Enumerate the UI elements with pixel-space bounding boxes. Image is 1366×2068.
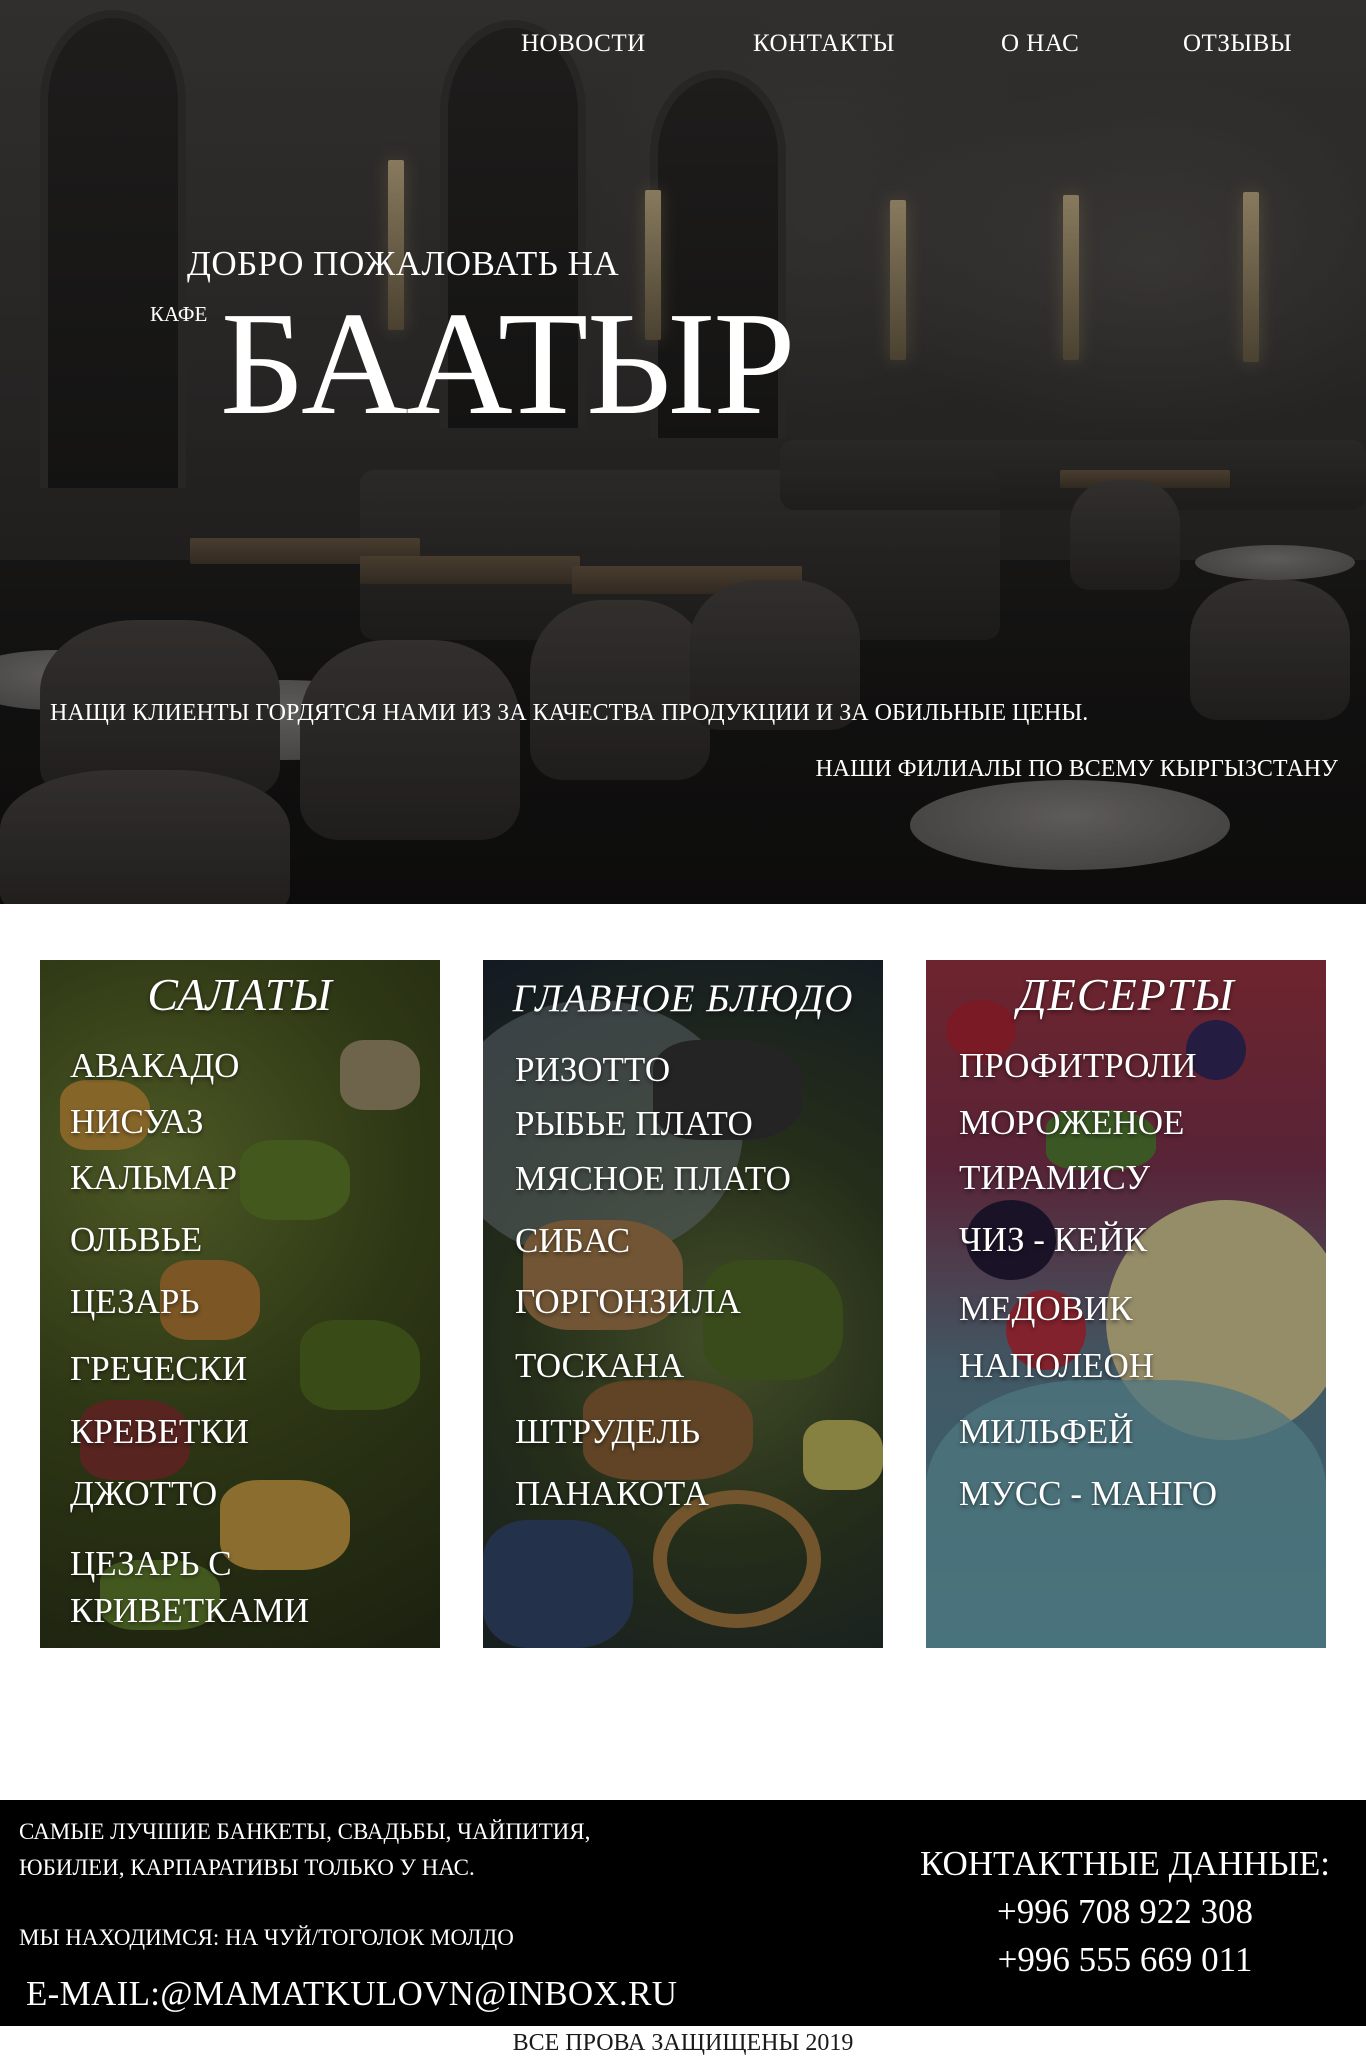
menu-card-salads: САЛАТЫ АВАКАДО НИСУАЗ КАЛЬМАР ОЛЬВЬЕ ЦЕЗ… — [40, 960, 440, 1648]
menu-item[interactable]: ГРЕЧЕСКИ — [70, 1345, 247, 1393]
menu-item[interactable]: МЕДОВИК — [959, 1285, 1133, 1333]
menu-item[interactable]: КАЛЬМАР — [70, 1154, 237, 1202]
menu-item[interactable]: МУСС - МАНГО — [959, 1470, 1217, 1518]
nav-reviews[interactable]: ОТЗЫВЫ — [1183, 30, 1292, 58]
menu-item[interactable]: КРИВЕТКАМИ — [70, 1587, 309, 1635]
menu-item[interactable]: ПАНАКОТА — [515, 1470, 709, 1518]
menu-item[interactable]: ТОСКАНА — [515, 1342, 684, 1390]
hero-tagline: НАЩИ КЛИЕНТЫ ГОРДЯТСЯ НАМИ ИЗ ЗА КАЧЕСТВ… — [50, 700, 1089, 726]
menu-item[interactable]: ПРОФИТРОЛИ — [959, 1042, 1197, 1090]
hero-cafe-label: КАФЕ — [150, 302, 208, 326]
nav-about[interactable]: О НАС — [1001, 30, 1079, 58]
copyright-text: ВСЕ ПРОВА ЗАЩИЩЕНЫ 2019 — [512, 2030, 854, 2056]
menu-item[interactable]: МОРОЖЕНОЕ — [959, 1099, 1184, 1147]
menu-item[interactable]: НАПОЛЕОН — [959, 1342, 1154, 1390]
nav-contacts[interactable]: КОНТАКТЫ — [753, 30, 895, 58]
footer-phone-1[interactable]: +996 708 922 308 — [900, 1892, 1350, 1932]
footer: САМЫЕ ЛУЧШИЕ БАНКЕТЫ, СВАДЬБЫ, ЧАЙПИТИЯ,… — [0, 1800, 1366, 2026]
card-title-mains: ГЛАВНОЕ БЛЮДО — [512, 977, 854, 1020]
footer-promo-line-1: САМЫЕ ЛУЧШИЕ БАНКЕТЫ, СВАДЬБЫ, ЧАЙПИТИЯ, — [19, 1819, 591, 1844]
menu-item[interactable]: ДЖОТТО — [70, 1470, 217, 1518]
footer-phone-2[interactable]: +996 555 669 011 — [900, 1940, 1350, 1980]
menu-item[interactable]: ЦЕЗАРЬ — [70, 1278, 199, 1326]
menu-item[interactable]: ЧИЗ - КЕЙК — [959, 1216, 1147, 1264]
menu-item[interactable]: МИЛЬФЕЙ — [959, 1408, 1134, 1456]
card-title-salads: САЛАТЫ — [147, 969, 333, 1020]
hero-section: НОВОСТИ КОНТАКТЫ О НАС ОТЗЫВЫ ДОБРО ПОЖА… — [0, 0, 1366, 904]
menu-card-mains: ГЛАВНОЕ БЛЮДО РИЗОТТО РЫБЬЕ ПЛАТО МЯСНОЕ… — [483, 960, 883, 1648]
menu-item[interactable]: СИБАС — [515, 1217, 630, 1265]
menu-item[interactable]: ГОРГОНЗИЛА — [515, 1278, 741, 1326]
menu-item[interactable]: РЫБЬЕ ПЛАТО — [515, 1100, 753, 1148]
nav-news[interactable]: НОВОСТИ — [521, 30, 646, 58]
hero-welcome-text: ДОБРО ПОЖАЛОВАТЬ НА — [187, 244, 620, 283]
footer-contacts-heading: КОНТАКТНЫЕ ДАННЫЕ: — [920, 1844, 1330, 1883]
menu-item[interactable]: ОЛЬВЬЕ — [70, 1216, 202, 1264]
menu-item[interactable]: ЦЕЗАРЬ С — [70, 1540, 232, 1588]
footer-email-link[interactable]: E-MAIL:@MAMATKULOVN@INBOX.RU — [26, 1974, 677, 2014]
menu-item[interactable]: КРЕВЕТКИ — [70, 1408, 249, 1456]
menu-item[interactable]: ТИРАМИСУ — [959, 1154, 1150, 1202]
menu-item[interactable]: РИЗОТТО — [515, 1046, 670, 1094]
menu-item[interactable]: МЯСНОЕ ПЛАТО — [515, 1155, 791, 1203]
footer-promo-line-2: ЮБИЛЕИ, КАРПАРАТИВЫ ТОЛЬКО У НАС. — [19, 1855, 475, 1880]
menu-item[interactable]: АВАКАДО — [70, 1042, 239, 1090]
hero-title: БААТЫР — [220, 282, 796, 446]
hero-branches-text: НАШИ ФИЛИАЛЫ ПО ВСЕМУ КЫРГЫЗСТАНУ — [815, 756, 1338, 782]
footer-address: МЫ НАХОДИМСЯ: НА ЧУЙ/ТОГОЛОК МОЛДО — [19, 1925, 514, 1950]
menu-item[interactable]: ШТРУДЕЛЬ — [515, 1408, 700, 1456]
menu-card-desserts: ДЕСЕРТЫ ПРОФИТРОЛИ МОРОЖЕНОЕ ТИРАМИСУ ЧИ… — [926, 960, 1326, 1648]
card-title-desserts: ДЕСЕРТЫ — [1017, 969, 1235, 1020]
menu-item[interactable]: НИСУАЗ — [70, 1098, 203, 1146]
